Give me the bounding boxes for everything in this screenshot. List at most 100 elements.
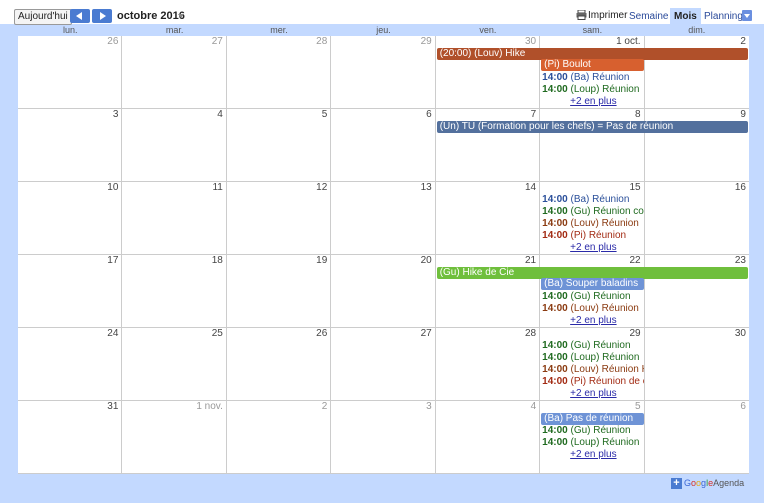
day-cell[interactable]: 26: [18, 36, 123, 109]
day-cell[interactable]: 2: [226, 401, 332, 474]
day-number[interactable]: 7: [531, 109, 537, 120]
day-cell[interactable]: 21: [435, 255, 541, 328]
day-cell[interactable]: 13: [331, 182, 436, 255]
print-link[interactable]: Imprimer: [588, 10, 627, 21]
day-number[interactable]: 27: [421, 328, 432, 339]
day-number[interactable]: 5: [635, 401, 641, 412]
day-number[interactable]: 14: [525, 182, 536, 193]
day-number[interactable]: 1 oct.: [616, 36, 640, 47]
day-cell[interactable]: 4: [435, 401, 541, 474]
next-month-button[interactable]: [92, 9, 112, 23]
day-cell[interactable]: 31: [18, 401, 123, 474]
tab-month[interactable]: Mois: [670, 8, 701, 25]
day-number[interactable]: 13: [421, 182, 432, 193]
event-item[interactable]: 14:00 (Louv) Réunion H: [542, 364, 643, 376]
day-cell[interactable]: 14: [435, 182, 541, 255]
day-cell[interactable]: 23: [644, 255, 749, 328]
day-cell[interactable]: 18: [122, 255, 227, 328]
add-to-google-calendar-icon[interactable]: +: [671, 478, 682, 489]
day-number[interactable]: 24: [107, 328, 118, 339]
day-number[interactable]: 17: [107, 255, 118, 266]
day-cell[interactable]: 3: [331, 401, 436, 474]
day-number[interactable]: 25: [212, 328, 223, 339]
day-number[interactable]: 30: [735, 328, 746, 339]
event-item[interactable]: 14:00 (Loup) Réunion: [542, 437, 643, 449]
day-number[interactable]: 2: [322, 401, 328, 412]
day-number[interactable]: 2: [740, 36, 746, 47]
event-bar[interactable]: (Pi) Boulot: [541, 59, 644, 71]
event-bar[interactable]: (Un) TU (Formation pour les chefs) = Pas…: [436, 121, 748, 133]
day-number[interactable]: 9: [740, 109, 746, 120]
day-number[interactable]: 12: [316, 182, 327, 193]
day-cell[interactable]: 16: [644, 182, 749, 255]
day-number[interactable]: 30: [525, 36, 536, 47]
day-number[interactable]: 29: [629, 328, 640, 339]
printer-icon[interactable]: [576, 10, 587, 20]
day-cell[interactable]: 6: [644, 401, 749, 474]
day-cell[interactable]: 27: [331, 328, 436, 401]
day-cell[interactable]: 8: [540, 109, 645, 182]
day-cell[interactable]: 10: [18, 182, 123, 255]
day-cell[interactable]: 30: [644, 328, 749, 401]
day-number[interactable]: 5: [322, 109, 328, 120]
event-item[interactable]: 14:00 (Pi) Réunion de c: [542, 376, 643, 388]
day-number[interactable]: 11: [212, 182, 222, 193]
event-item[interactable]: 14:00 (Gu) Réunion: [542, 340, 643, 352]
day-cell[interactable]: 4: [122, 109, 227, 182]
day-number[interactable]: 28: [316, 36, 327, 47]
day-cell[interactable]: 1 nov.: [122, 401, 227, 474]
event-bar[interactable]: (Ba) Souper baladins: [541, 278, 644, 290]
event-item[interactable]: 14:00 (Gu) Réunion: [542, 425, 643, 437]
more-events-link[interactable]: +2 en plus: [570, 315, 616, 326]
day-cell[interactable]: 25: [122, 328, 227, 401]
event-item[interactable]: 14:00 (Loup) Réunion: [542, 352, 643, 364]
event-item[interactable]: 14:00 (Pi) Réunion: [542, 230, 643, 242]
day-number[interactable]: 4: [217, 109, 223, 120]
planning-dropdown-icon[interactable]: [742, 10, 752, 21]
day-number[interactable]: 6: [740, 401, 746, 412]
day-number[interactable]: 22: [629, 255, 640, 266]
day-number[interactable]: 1 nov.: [196, 401, 223, 412]
event-item[interactable]: 14:00 (Ba) Réunion: [542, 194, 643, 206]
more-events-link[interactable]: +2 en plus: [570, 388, 616, 399]
day-number[interactable]: 21: [525, 255, 536, 266]
day-number[interactable]: 18: [212, 255, 223, 266]
day-cell[interactable]: 26: [226, 328, 332, 401]
day-number[interactable]: 26: [316, 328, 327, 339]
prev-month-button[interactable]: [70, 9, 90, 23]
day-cell[interactable]: 3: [18, 109, 123, 182]
day-number[interactable]: 19: [316, 255, 327, 266]
day-number[interactable]: 6: [426, 109, 432, 120]
day-number[interactable]: 10: [107, 182, 118, 193]
day-cell[interactable]: 17: [18, 255, 123, 328]
day-number[interactable]: 26: [107, 36, 118, 47]
day-number[interactable]: 31: [107, 401, 118, 412]
day-cell[interactable]: 12: [226, 182, 332, 255]
day-cell[interactable]: 2: [644, 36, 749, 109]
day-number[interactable]: 20: [421, 255, 432, 266]
more-events-link[interactable]: +2 en plus: [570, 242, 616, 253]
today-button[interactable]: Aujourd'hui: [14, 9, 72, 25]
event-item[interactable]: 14:00 (Ba) Réunion: [542, 72, 643, 84]
day-number[interactable]: 8: [635, 109, 641, 120]
day-cell[interactable]: 9: [644, 109, 749, 182]
day-cell[interactable]: 6: [331, 109, 436, 182]
day-cell[interactable]: 24: [18, 328, 123, 401]
day-number[interactable]: 3: [113, 109, 119, 120]
day-number[interactable]: 15: [629, 182, 640, 193]
more-events-link[interactable]: +2 en plus: [570, 449, 616, 460]
day-cell[interactable]: 5: [226, 109, 332, 182]
google-agenda-logo[interactable]: GoogleAgenda: [684, 478, 744, 488]
event-item[interactable]: 14:00 (Gu) Réunion: [542, 291, 643, 303]
month-title[interactable]: octobre 2016: [117, 10, 185, 22]
tab-planning[interactable]: Planning: [700, 8, 747, 25]
chevron-down-icon[interactable]: [178, 14, 184, 18]
day-cell[interactable]: 28: [435, 328, 541, 401]
day-cell[interactable]: 19: [226, 255, 332, 328]
day-number[interactable]: 29: [421, 36, 432, 47]
event-item[interactable]: 14:00 (Louv) Réunion: [542, 303, 643, 315]
event-item[interactable]: 14:00 (Gu) Réunion cop: [542, 206, 643, 218]
day-cell[interactable]: 29: [331, 36, 436, 109]
event-bar[interactable]: (Ba) Pas de réunion: [541, 413, 644, 425]
day-number[interactable]: 3: [426, 401, 432, 412]
